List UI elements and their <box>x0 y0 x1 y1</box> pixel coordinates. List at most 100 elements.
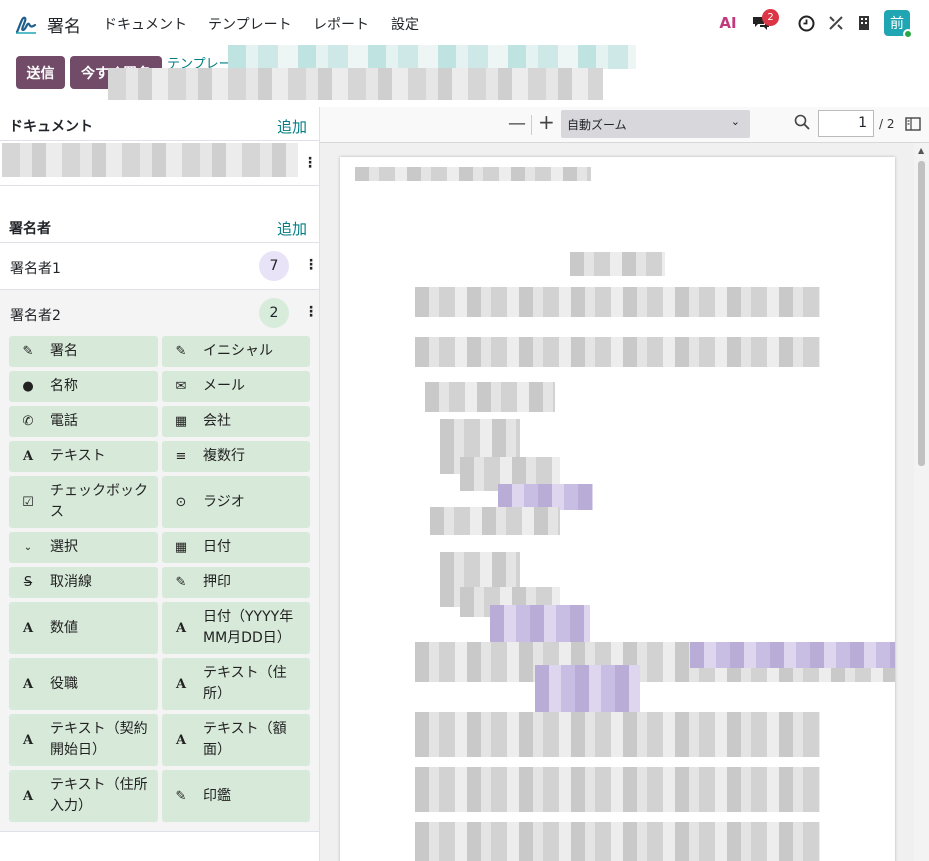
field-email[interactable]: ✉ メール <box>162 371 310 402</box>
redacted-paragraph <box>415 712 820 757</box>
search-icon[interactable] <box>794 114 810 135</box>
signer-count-badge: 7 <box>259 251 289 281</box>
font-icon: A <box>175 620 187 636</box>
redacted-paragraph <box>415 822 820 861</box>
redacted-line <box>425 382 555 412</box>
redacted-header <box>355 167 591 181</box>
field-signature[interactable]: ✎ 署名 <box>9 336 158 367</box>
field-seal[interactable]: ✎ 印鑑 <box>162 770 310 822</box>
chat-icon[interactable]: 2 <box>750 9 779 34</box>
send-button[interactable]: 送信 <box>16 56 65 89</box>
signer-label: 署名者1 <box>10 261 61 277</box>
signature-field-placeholder[interactable] <box>490 605 590 643</box>
field-initials[interactable]: ✎ イニシャル <box>162 336 310 367</box>
signer-label: 署名者2 <box>10 308 61 324</box>
avatar-initial: 前 <box>890 16 904 32</box>
edit-icon: ✎ <box>22 344 34 359</box>
envelope-icon: ✉ <box>175 379 187 394</box>
field-multiline[interactable]: ≡ 複数行 <box>162 441 310 472</box>
divider <box>0 140 319 141</box>
menu-documents[interactable]: ドキュメント <box>103 14 187 34</box>
field-text-address-input[interactable]: A テキスト（住所入力） <box>9 770 158 822</box>
documents-add-link[interactable]: 追加 <box>277 116 307 137</box>
field-select[interactable]: ⌄ 選択 <box>9 532 158 563</box>
edit-icon: ✎ <box>175 788 187 804</box>
page-total: / 2 <box>879 117 895 131</box>
signer-count-badge: 2 <box>259 298 289 328</box>
ai-icon[interactable]: AI <box>717 12 739 34</box>
pdf-page <box>340 157 895 861</box>
field-date-ymd[interactable]: A 日付（YYYY年MM月DD日） <box>162 602 310 654</box>
field-phone[interactable]: ✆ 電話 <box>9 406 158 437</box>
chevron-down-icon: ⌄ <box>23 542 33 553</box>
document-menu-icon[interactable]: ⋮ <box>303 155 317 171</box>
menu-settings[interactable]: 設定 <box>391 14 419 34</box>
signers-title: 署名者 <box>9 221 51 237</box>
redacted-paragraph <box>415 337 820 367</box>
font-icon: A <box>22 732 34 748</box>
field-stamp[interactable]: ✎ 押印 <box>162 567 310 598</box>
viewer-toolbar: — + 自動ズーム ⌄ 1 / 2 <box>320 107 929 143</box>
vertical-scrollbar[interactable]: ▲ <box>914 143 929 861</box>
clock-icon[interactable] <box>796 12 816 34</box>
documents-title: ドキュメント <box>9 119 93 135</box>
zoom-out-icon[interactable]: — <box>508 113 526 134</box>
user-avatar[interactable]: 前 <box>884 10 913 39</box>
left-panel: ドキュメント 追加 ⋮ 署名者 追加 署名者1 7 ⋮ 署名者2 2 ⋮ ✎ 署名… <box>0 107 320 861</box>
radio-icon: ⊙ <box>175 494 187 510</box>
font-icon: A <box>175 676 187 692</box>
edit-icon: ✎ <box>175 344 187 359</box>
redacted-document-name <box>2 143 298 177</box>
signers-add-link[interactable]: 追加 <box>277 218 307 239</box>
field-text-face-value[interactable]: A テキスト（額面） <box>162 714 310 766</box>
zoom-value: 自動ズーム <box>567 117 627 132</box>
font-icon: A <box>175 732 187 748</box>
page-number-input[interactable]: 1 <box>818 110 874 137</box>
menu-templates[interactable]: テンプレート <box>208 14 292 34</box>
sign-app-icon[interactable] <box>14 12 38 36</box>
chat-badge: 2 <box>762 9 779 26</box>
field-company[interactable]: ▦ 会社 <box>162 406 310 437</box>
scrollbar-thumb[interactable] <box>918 161 925 466</box>
pdf-viewer: — + 自動ズーム ⌄ 1 / 2 ▲ <box>320 107 929 861</box>
field-job-title[interactable]: A 役職 <box>9 658 158 710</box>
strikethrough-icon: S <box>23 575 33 590</box>
user-icon: ● <box>22 379 34 394</box>
calendar-icon: ▦ <box>174 540 188 555</box>
company-switch-icon[interactable] <box>854 12 874 34</box>
field-text-contract-start[interactable]: A テキスト（契約開始日） <box>9 714 158 766</box>
signer-menu-icon[interactable]: ⋮ <box>304 304 318 320</box>
field-strikethrough[interactable]: S 取消線 <box>9 567 158 598</box>
lines-icon: ≡ <box>175 449 187 464</box>
top-navbar: 署名 ドキュメント テンプレート レポート 設定 AI 2 前 <box>0 0 929 46</box>
redacted-line <box>430 507 560 535</box>
app-name[interactable]: 署名 <box>47 12 81 37</box>
field-text[interactable]: A テキスト <box>9 441 158 472</box>
divider <box>0 831 319 832</box>
font-icon: A <box>22 676 34 692</box>
field-text-address[interactable]: A テキスト（住所） <box>162 658 310 710</box>
signer-row-1[interactable]: 署名者1 7 ⋮ <box>0 243 319 289</box>
text-field-placeholder[interactable] <box>690 642 895 668</box>
redacted-paragraph <box>415 287 820 317</box>
field-name[interactable]: ● 名称 <box>9 371 158 402</box>
menu-reports[interactable]: レポート <box>313 14 369 34</box>
zoom-select[interactable]: 自動ズーム ⌄ <box>561 110 750 138</box>
toolbar-separator <box>531 115 532 135</box>
phone-icon: ✆ <box>22 414 34 429</box>
divider <box>0 185 319 186</box>
tools-icon[interactable] <box>826 12 846 34</box>
zoom-in-icon[interactable]: + <box>538 110 555 134</box>
field-radio[interactable]: ⊙ ラジオ <box>162 476 310 528</box>
sidebar-toggle-icon[interactable] <box>905 115 921 136</box>
field-date[interactable]: ▦ 日付 <box>162 532 310 563</box>
field-number[interactable]: A 数値 <box>9 602 158 654</box>
field-checkbox[interactable]: ☑ チェックボックス <box>9 476 158 528</box>
text-field-placeholder[interactable] <box>535 665 640 715</box>
scroll-up-icon[interactable]: ▲ <box>918 146 924 155</box>
redacted-paragraph <box>415 767 820 812</box>
redacted-template-name <box>228 45 636 69</box>
chevron-down-icon: ⌄ <box>730 115 740 128</box>
signer-menu-icon[interactable]: ⋮ <box>304 257 318 273</box>
font-icon: A <box>22 620 34 636</box>
